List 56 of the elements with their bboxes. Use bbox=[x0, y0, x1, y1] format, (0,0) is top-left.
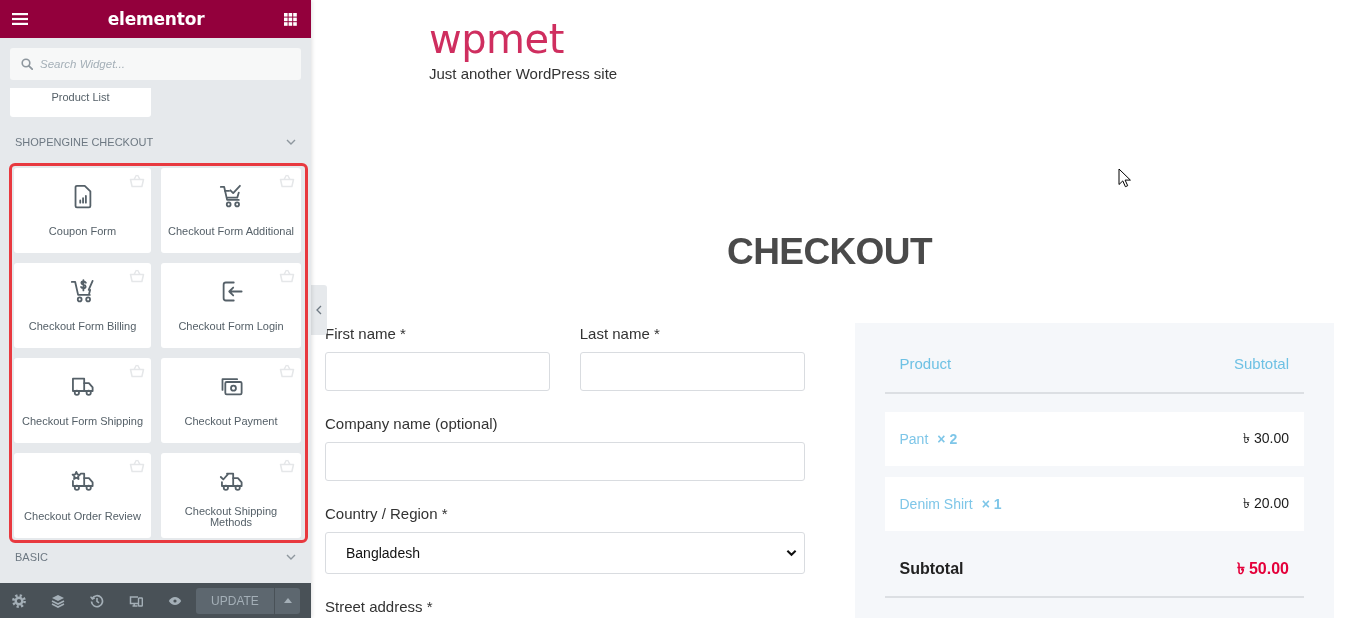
basket-icon bbox=[279, 269, 295, 283]
widget-card[interactable]: Product List bbox=[10, 88, 151, 117]
chevron-down-icon bbox=[286, 554, 296, 560]
item-price: ৳ 20.00 bbox=[1243, 494, 1289, 513]
category-header[interactable]: BASIC bbox=[0, 544, 311, 570]
mouse-pointer-icon bbox=[1118, 168, 1131, 188]
basket-icon bbox=[129, 269, 145, 283]
subtotal-label: Subtotal bbox=[899, 559, 964, 579]
widget-card[interactable]: Checkout Payment bbox=[161, 358, 301, 443]
widget-card[interactable]: Coupon Form bbox=[14, 168, 151, 253]
search-field[interactable]: Search Widget... bbox=[10, 48, 301, 80]
basket-icon bbox=[279, 364, 295, 378]
menu-icon[interactable] bbox=[12, 13, 28, 25]
caret-up-icon bbox=[283, 598, 292, 603]
item-price: ৳ 30.00 bbox=[1243, 429, 1289, 448]
site-title[interactable]: wpmet bbox=[429, 17, 564, 61]
basket-icon bbox=[129, 459, 145, 473]
column-header: Product bbox=[899, 354, 952, 374]
search-icon bbox=[21, 58, 33, 70]
country-select[interactable]: Bangladesh bbox=[325, 532, 805, 574]
history-icon[interactable] bbox=[90, 593, 104, 608]
chevron-left-icon bbox=[316, 305, 322, 315]
subtotal-value: ৳ 50.00 bbox=[1236, 559, 1289, 579]
input-field[interactable] bbox=[325, 352, 550, 391]
input-field[interactable] bbox=[325, 442, 805, 481]
product-quantity: × 1 bbox=[981, 496, 1002, 512]
logo-text: elementor bbox=[107, 9, 205, 29]
field-label: Country / Region * bbox=[325, 504, 448, 524]
save-options-button[interactable] bbox=[275, 587, 300, 614]
basket-icon bbox=[129, 364, 145, 378]
category-header[interactable]: SHOPENGINE CHECKOUT bbox=[0, 129, 311, 155]
settings-icon[interactable] bbox=[12, 593, 26, 608]
layers-icon[interactable] bbox=[51, 593, 65, 608]
chevron-down-icon bbox=[286, 139, 296, 145]
chevron-down-icon bbox=[785, 549, 797, 557]
site-tagline: Just another WordPress site bbox=[429, 65, 618, 83]
widget-card[interactable]: Checkout Form Billing bbox=[14, 263, 151, 348]
apps-grid-icon[interactable] bbox=[284, 12, 297, 26]
product-quantity: × 2 bbox=[937, 431, 958, 447]
widget-card[interactable]: Checkout Form Login bbox=[161, 263, 301, 348]
widget-card[interactable]: Checkout Form Additional bbox=[161, 168, 301, 253]
cart-dollar-icon bbox=[69, 278, 96, 305]
widget-card[interactable]: Checkout Form Shipping bbox=[14, 358, 151, 443]
responsive-devices-icon[interactable] bbox=[129, 593, 143, 608]
page-heading: CHECKOUT bbox=[727, 231, 932, 273]
widget-card[interactable]: Checkout Order Review bbox=[14, 453, 151, 538]
basket-icon bbox=[129, 174, 145, 188]
field-label: First name * bbox=[325, 324, 406, 344]
basket-icon bbox=[279, 459, 295, 473]
input-field[interactable] bbox=[579, 352, 805, 391]
column-header: Subtotal bbox=[1233, 354, 1289, 374]
field-label: Street address * bbox=[325, 597, 433, 617]
field-label: Company name (optional) bbox=[325, 414, 498, 434]
field-label: Last name * bbox=[579, 324, 660, 344]
basket-icon bbox=[279, 174, 295, 188]
widget-card[interactable]: Checkout Shipping Methods bbox=[161, 453, 301, 538]
